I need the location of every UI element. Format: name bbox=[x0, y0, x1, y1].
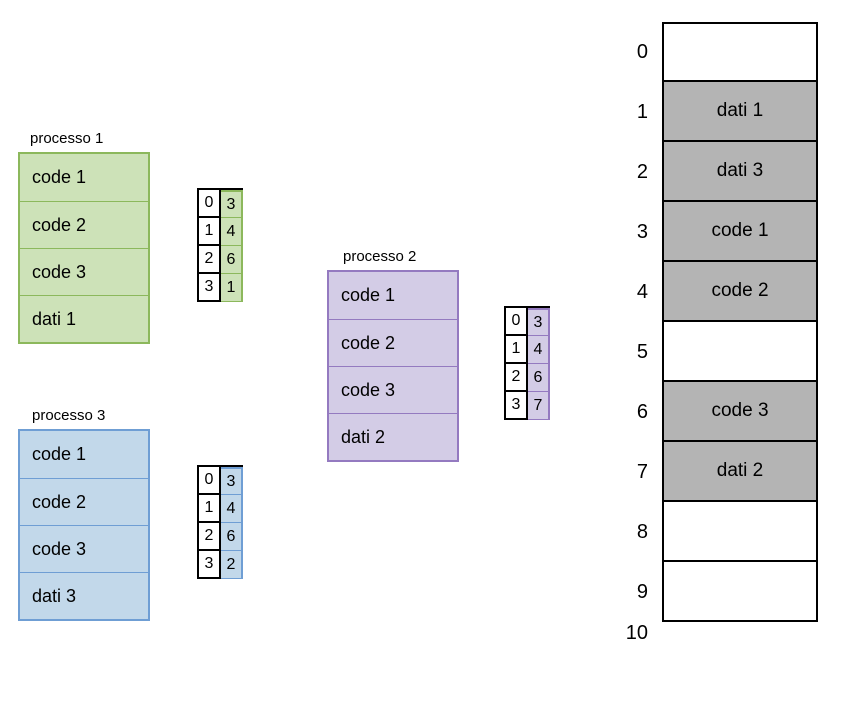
pagetable-index: 2 bbox=[504, 364, 528, 392]
memory-frame-number: 2 bbox=[622, 161, 662, 184]
memory-frame-cell bbox=[662, 502, 818, 562]
memory-frame: 7dati 2 bbox=[622, 442, 818, 502]
pagetable-row: 14 bbox=[197, 495, 243, 523]
memory-frame-number: 5 bbox=[622, 341, 662, 364]
memory-frame-number: 0 bbox=[622, 41, 662, 64]
process-3-label: processo 3 bbox=[32, 407, 105, 424]
pagetable-row: 03 bbox=[197, 190, 243, 218]
process-2-label: processo 2 bbox=[343, 248, 416, 265]
memory-frame-cell: dati 3 bbox=[662, 142, 818, 202]
pagetable-index: 2 bbox=[197, 246, 221, 274]
pagetable-frame: 3 bbox=[528, 308, 550, 336]
pagetable-index: 1 bbox=[197, 495, 221, 523]
pagetable-frame: 4 bbox=[221, 218, 243, 246]
process-2-pages: code 1code 2code 3dati 2 bbox=[327, 270, 459, 462]
pagetable-row: 26 bbox=[197, 523, 243, 551]
memory-frame-cell: code 2 bbox=[662, 262, 818, 322]
memory-frame-cell: code 1 bbox=[662, 202, 818, 262]
pagetable-row: 14 bbox=[504, 336, 550, 364]
page-cell: code 3 bbox=[329, 366, 457, 413]
pagetable-frame: 6 bbox=[528, 364, 550, 392]
page-cell: dati 2 bbox=[329, 413, 457, 460]
memory-last-tick: 10 bbox=[622, 622, 818, 636]
memory-frame-number: 1 bbox=[622, 101, 662, 124]
memory-frame-number: 6 bbox=[622, 401, 662, 424]
pagetable-frame: 7 bbox=[528, 392, 550, 420]
pagetable-frame: 6 bbox=[221, 246, 243, 274]
pagetable-index: 0 bbox=[197, 467, 221, 495]
pagetable-frame: 3 bbox=[221, 467, 243, 495]
memory-frame-cell: dati 1 bbox=[662, 82, 818, 142]
memory-frame: 9 bbox=[622, 562, 818, 622]
memory-frame: 0 bbox=[622, 22, 818, 82]
memory-frame-number: 4 bbox=[622, 281, 662, 304]
memory-frame-number: 9 bbox=[622, 581, 662, 604]
page-cell: code 1 bbox=[20, 154, 148, 201]
memory-frame: 2dati 3 bbox=[622, 142, 818, 202]
process-2-pagetable: 03142637 bbox=[504, 306, 550, 420]
pagetable-frame: 4 bbox=[221, 495, 243, 523]
page-cell: code 3 bbox=[20, 525, 148, 572]
memory-frame: 5 bbox=[622, 322, 818, 382]
memory-frame: 6code 3 bbox=[622, 382, 818, 442]
page-cell: code 1 bbox=[20, 431, 148, 478]
page-cell: code 2 bbox=[329, 319, 457, 366]
pagetable-index: 0 bbox=[197, 190, 221, 218]
process-3-pages: code 1code 2code 3dati 3 bbox=[18, 429, 150, 621]
pagetable-index: 3 bbox=[197, 274, 221, 302]
pagetable-index: 3 bbox=[197, 551, 221, 579]
pagetable-index: 0 bbox=[504, 308, 528, 336]
pagetable-row: 03 bbox=[197, 467, 243, 495]
memory-frame-cell bbox=[662, 322, 818, 382]
memory-frame: 3code 1 bbox=[622, 202, 818, 262]
process-1-pages: code 1code 2code 3dati 1 bbox=[18, 152, 150, 344]
page-cell: code 2 bbox=[20, 478, 148, 525]
memory-frame-cell bbox=[662, 562, 818, 622]
memory-frame-cell bbox=[662, 22, 818, 82]
memory-frame-number: 7 bbox=[622, 461, 662, 484]
memory-frame-number: 3 bbox=[622, 221, 662, 244]
memory-frame: 8 bbox=[622, 502, 818, 562]
pagetable-row: 03 bbox=[504, 308, 550, 336]
memory-frame-cell: code 3 bbox=[662, 382, 818, 442]
pagetable-frame: 4 bbox=[528, 336, 550, 364]
pagetable-row: 37 bbox=[504, 392, 550, 420]
page-cell: dati 1 bbox=[20, 295, 148, 342]
page-cell: code 3 bbox=[20, 248, 148, 295]
memory-frame: 1dati 1 bbox=[622, 82, 818, 142]
pagetable-row: 26 bbox=[197, 246, 243, 274]
pagetable-index: 1 bbox=[504, 336, 528, 364]
pagetable-frame: 1 bbox=[221, 274, 243, 302]
pagetable-row: 26 bbox=[504, 364, 550, 392]
pagetable-frame: 2 bbox=[221, 551, 243, 579]
memory-frame-cell: dati 2 bbox=[662, 442, 818, 502]
page-cell: code 2 bbox=[20, 201, 148, 248]
pagetable-index: 2 bbox=[197, 523, 221, 551]
process-1-pagetable: 03142631 bbox=[197, 188, 243, 302]
process-3-pagetable: 03142632 bbox=[197, 465, 243, 579]
page-cell: dati 3 bbox=[20, 572, 148, 619]
pagetable-row: 14 bbox=[197, 218, 243, 246]
memory-frame-number: 10 bbox=[622, 622, 662, 645]
pagetable-index: 1 bbox=[197, 218, 221, 246]
pagetable-row: 31 bbox=[197, 274, 243, 302]
memory-frame: 4code 2 bbox=[622, 262, 818, 322]
pagetable-frame: 3 bbox=[221, 190, 243, 218]
memory-frame-number: 8 bbox=[622, 521, 662, 544]
pagetable-frame: 6 bbox=[221, 523, 243, 551]
page-cell: code 1 bbox=[329, 272, 457, 319]
process-1-label: processo 1 bbox=[30, 130, 103, 147]
pagetable-index: 3 bbox=[504, 392, 528, 420]
physical-memory: 01dati 12dati 33code 14code 256code 37da… bbox=[622, 22, 818, 636]
pagetable-row: 32 bbox=[197, 551, 243, 579]
